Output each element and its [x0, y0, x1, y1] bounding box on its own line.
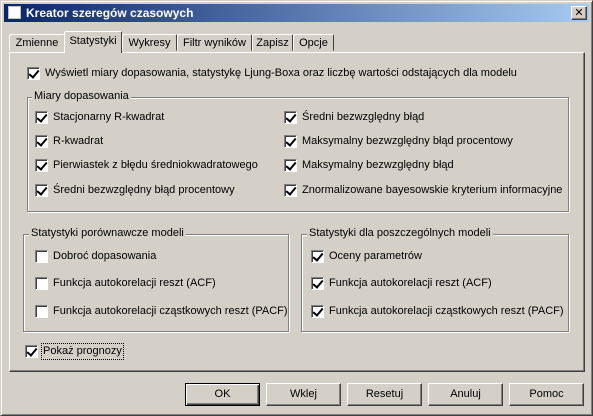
comparative-acf-label: Funkcja autokorelacji reszt (ACF) — [53, 277, 216, 289]
normalized-bic-checkbox[interactable] — [284, 184, 297, 197]
show-forecasts-label: Pokaż prognozy — [41, 343, 124, 360]
comparative-pacf-label: Funkcja autokorelacji cząstkowych reszt … — [53, 305, 288, 317]
parameter-estimates-checkbox[interactable] — [311, 250, 324, 263]
app-icon — [8, 6, 21, 19]
help-button[interactable]: Pomoc — [509, 383, 584, 406]
mape-label: Średni bezwzględny błąd procentowy — [53, 184, 235, 196]
tab-zapisz[interactable]: Zapisz — [252, 34, 293, 51]
title-bar[interactable]: Kreator szeregów czasowych ✕ — [4, 4, 589, 22]
comparative-pacf-checkbox[interactable] — [35, 305, 48, 318]
fit-measures-title: Miary dopasowania — [32, 90, 131, 103]
rmse-checkbox[interactable] — [35, 159, 48, 172]
display-fit-measures-label: Wyświetl miary dopasowania, statystykę L… — [45, 67, 517, 79]
tab-statystyki-label: Statystyki — [69, 35, 117, 47]
tab-opcje[interactable]: Opcje — [293, 34, 334, 51]
goodness-of-fit-checkbox[interactable] — [35, 250, 48, 263]
maxae-label: Maksymalny bezwzględny błąd — [302, 159, 454, 171]
tab-wykresy[interactable]: Wykresy — [122, 34, 177, 51]
r2-checkbox[interactable] — [35, 135, 48, 148]
mae-checkbox[interactable] — [284, 111, 297, 124]
individual-acf-checkbox[interactable] — [311, 277, 324, 290]
cancel-button[interactable]: Anuluj — [428, 383, 503, 406]
comparative-acf-checkbox[interactable] — [35, 277, 48, 290]
maxae-checkbox[interactable] — [284, 159, 297, 172]
mape-checkbox[interactable] — [35, 184, 48, 197]
normalized-bic-label: Znormalizowane bayesowskie kryterium inf… — [302, 184, 563, 196]
stationary-r2-checkbox[interactable] — [35, 111, 48, 124]
r2-label: R-kwadrat — [53, 135, 104, 147]
maxape-label: Maksymalny bezwzględny błąd procentowy — [302, 135, 513, 147]
close-button[interactable]: ✕ — [571, 6, 587, 20]
dialog-window: Kreator szeregów czasowych ✕ Zmienne Sta… — [0, 0, 593, 416]
ok-button[interactable]: OK — [185, 383, 260, 406]
tab-zmienne[interactable]: Zmienne — [9, 34, 65, 51]
individual-pacf-label: Funkcja autokorelacji cząstkowych reszt … — [329, 305, 564, 317]
close-icon: ✕ — [574, 6, 584, 19]
parameter-estimates-label: Oceny parametrów — [329, 250, 422, 262]
tab-statystyki[interactable]: Statystyki — [64, 31, 122, 53]
tab-filtr-wynikow[interactable]: Filtr wyników — [177, 34, 252, 51]
comparative-stats-title: Statystyki porównawcze modeli — [29, 227, 186, 240]
reset-button[interactable]: Resetuj — [347, 383, 422, 406]
individual-stats-title: Statystyki dla poszczególnych modeli — [307, 227, 493, 240]
show-forecasts-checkbox[interactable] — [25, 345, 38, 358]
paste-button[interactable]: Wklej — [266, 383, 341, 406]
window-title: Kreator szeregów czasowych — [26, 6, 194, 20]
maxape-checkbox[interactable] — [284, 135, 297, 148]
individual-pacf-checkbox[interactable] — [311, 305, 324, 318]
display-fit-measures-checkbox[interactable] — [27, 67, 40, 80]
mae-label: Średni bezwzględny błąd — [302, 111, 425, 123]
rmse-label: Pierwiastek z błędu średniokwadratowego — [53, 159, 258, 171]
goodness-of-fit-label: Dobroć dopasowania — [53, 250, 157, 262]
individual-acf-label: Funkcja autokorelacji reszt (ACF) — [329, 277, 492, 289]
stationary-r2-label: Stacjonarny R-kwadrat — [53, 111, 165, 123]
